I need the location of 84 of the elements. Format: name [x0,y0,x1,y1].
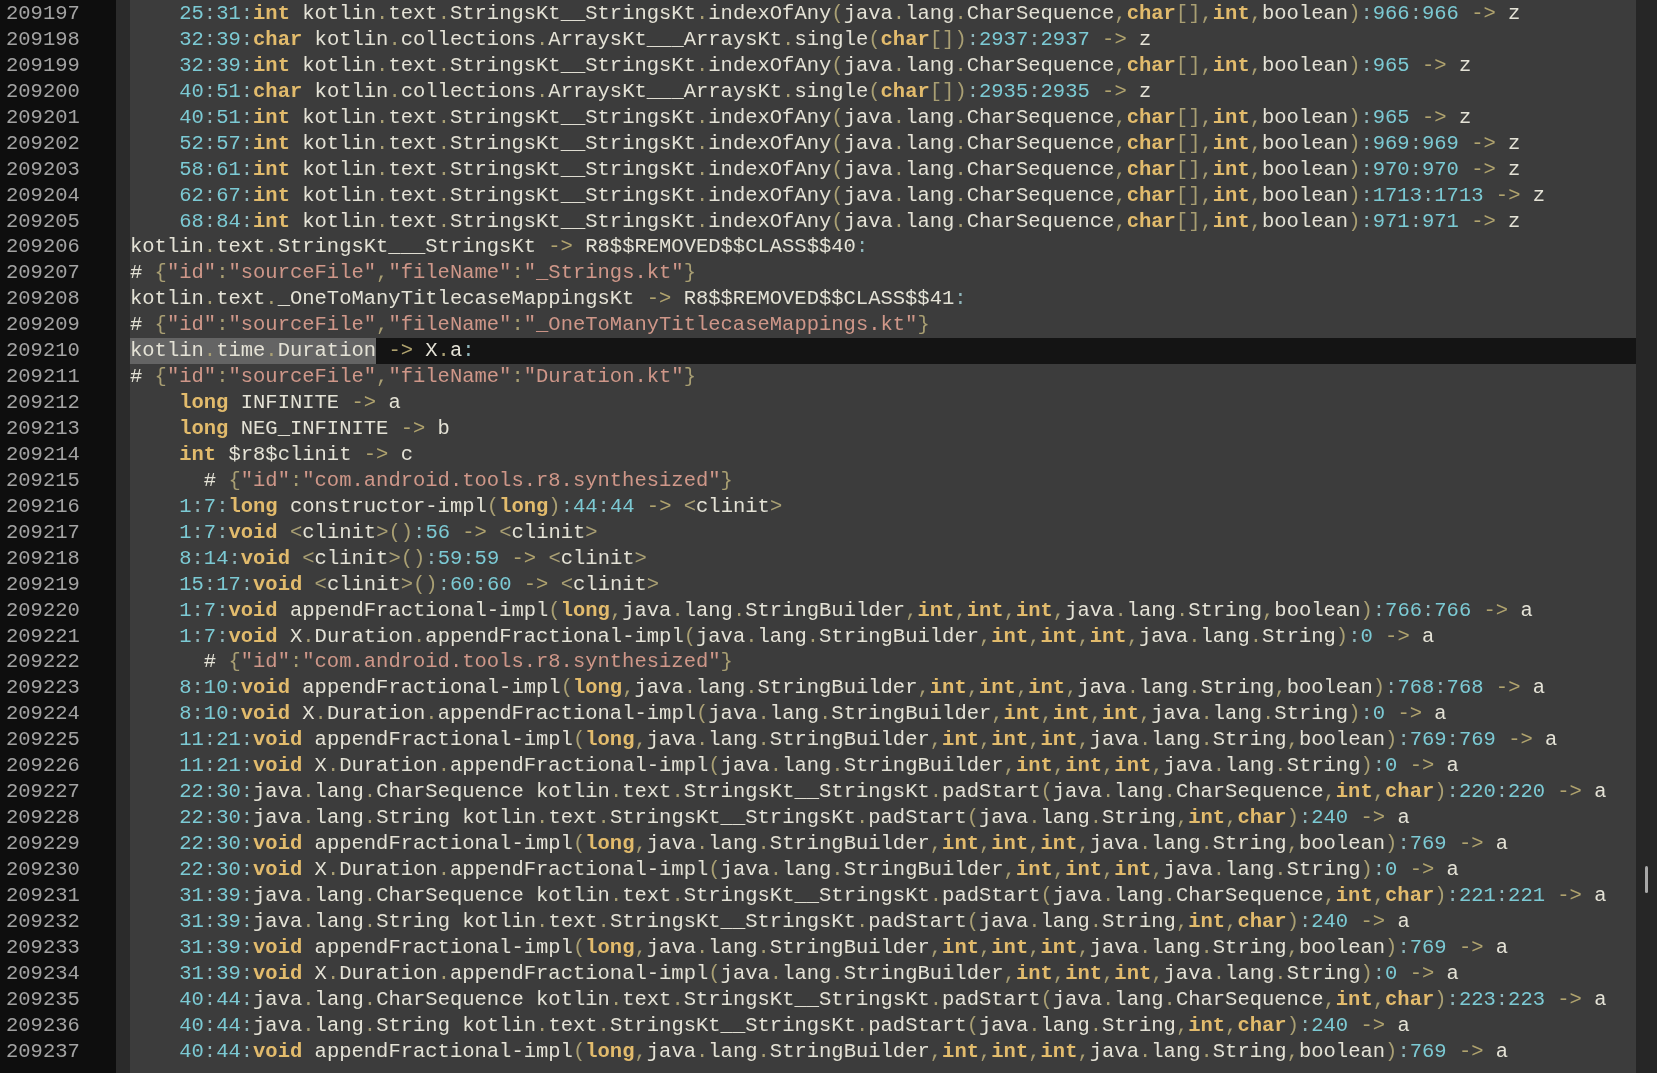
line-number: 209237 [5,1038,81,1065]
line-number: 209198 [5,26,81,53]
code-line: long INFINITE -> a [178,390,402,416]
code-line: 31:39:void X.Duration.appendFractional-impl(java.lang.StringBuilder,int,int,int,java.lang.String):0 -> a [178,960,1460,987]
line-number: 209227 [5,779,81,806]
code-line: 1:7:void X.Duration.appendFractional-impl(java.lang.StringBuilder,int,int,int,java.lang.String):0 -> a [178,623,1436,650]
line-number: 209201 [5,104,81,131]
code-line: 15:17:void <clinit>():60:60 -> <clinit> [178,571,661,598]
code-line: # {"id":"sourceFile","fileName":"_Strings.kt"} [130,260,697,287]
line-number: 209211 [5,364,81,391]
line-number: 209205 [5,208,81,235]
code-line: 32:39:int kotlin.text.StringsKt__StringsKt.indexOfAny(java.lang.CharSequence,char[],int,boolean):965 -> z [178,52,1473,79]
code-line: 52:57:int kotlin.text.StringsKt__StringsKt.indexOfAny(java.lang.CharSequence,char[],int,boolean):969:969 -> z [178,130,1522,157]
line-number: 209206 [5,234,81,261]
line-number: 209216 [5,493,81,520]
code-line: 32:39:char kotlin.collections.ArraysKt___ArraysKt.single(char[]):2937:2937 -> z [178,26,1153,53]
line-number: 209235 [5,986,81,1013]
line-number: 209218 [5,545,81,572]
code-line: 40:44:void appendFractional-impl(long,java.lang.StringBuilder,int,int,int,java.lang.String,boolean):769 -> a [178,1038,1510,1065]
line-number: 209236 [5,1012,81,1039]
code-line: 22:30:void X.Duration.appendFractional-impl(java.lang.StringBuilder,int,int,int,java.lang.String):0 -> a [178,856,1460,883]
line-number: 209223 [5,675,81,702]
code-line: 40:51:char kotlin.collections.ArraysKt___ArraysKt.single(char[]):2935:2935 -> z [178,78,1153,105]
code-line: -> X.a: [387,338,475,365]
line-number: 209222 [5,649,81,676]
line-number: 209209 [5,312,81,339]
line-number: 209226 [5,753,81,780]
code-line: 58:61:int kotlin.text.StringsKt__StringsKt.indexOfAny(java.lang.CharSequence,char[],int,boolean):970:970 -> z [178,156,1522,183]
code-line: 8:10:void X.Duration.appendFractional-impl(java.lang.StringBuilder,int,int,int,java.lang.String):0 -> a [178,701,1448,728]
code-line: 1:7:void <clinit>():56 -> <clinit> [178,519,599,546]
code-line: 22:30:java.lang.CharSequence kotlin.text.StringsKt__StringsKt.padStart(java.lang.CharSequence,int,char):220:220 -> a [178,779,1608,806]
line-number: 209203 [5,156,81,183]
code-line: 8:14:void <clinit>():59:59 -> <clinit> [178,545,648,572]
line-number: 209207 [5,260,81,287]
code-line: 11:21:void appendFractional-impl(long,java.lang.StringBuilder,int,int,int,java.lang.String,boolean):769:769 -> a [178,727,1559,754]
code-line: 1:7:void appendFractional-impl(long,java.lang.StringBuilder,int,int,int,java.lang.String,boolean):766:766 -> a [178,597,1534,624]
line-number: 209214 [5,441,81,468]
code-line: 11:21:void X.Duration.appendFractional-impl(java.lang.StringBuilder,int,int,int,java.lang.String):0 -> a [178,753,1460,780]
line-number: 209229 [5,831,81,857]
line-number: 209234 [5,960,81,987]
code-line: 31:39:java.lang.CharSequence kotlin.text.StringsKt__StringsKt.padStart(java.lang.CharSequence,int,char):221:221 -> a [178,882,1608,909]
line-number: 209200 [5,78,81,105]
line-number: 209197 [5,1,81,27]
line-number: 209212 [5,390,81,416]
code-line: 68:84:int kotlin.text.StringsKt__StringsKt.indexOfAny(java.lang.CharSequence,char[],int,boolean):971:971 -> z [178,208,1522,235]
code-line: 31:39:void appendFractional-impl(long,java.lang.StringBuilder,int,int,int,java.lang.String,boolean):769 -> a [178,934,1510,961]
code-line: int $r8$clinit -> c [178,441,414,468]
code-line: 62:67:int kotlin.text.StringsKt__StringsKt.indexOfAny(java.lang.CharSequence,char[],int,boolean):1713:1713 -> z [178,182,1547,209]
code-line: long NEG_INFINITE -> b [178,416,451,442]
code-line: 8:10:void appendFractional-impl(long,java.lang.StringBuilder,int,int,int,java.lang.String,boolean):768:768 -> a [178,675,1547,702]
line-number: 209232 [5,908,81,935]
line-number: 209217 [5,519,81,546]
line-number: 209221 [5,623,81,650]
line-number: 209233 [5,934,81,961]
code-line: # {"id":"sourceFile","fileName":"Duration.kt"} [130,364,697,391]
code-line: 40:51:int kotlin.text.StringsKt__StringsKt.indexOfAny(java.lang.CharSequence,char[],int,boolean):965 -> z [178,104,1473,131]
code-line: kotlin.text.StringsKt___StringsKt -> R8$$REMOVED$$CLASS$$40: [130,234,870,261]
line-number: 209220 [5,597,81,624]
scrollbar-thumb[interactable] [1645,866,1648,893]
line-number: 209210 [5,338,81,365]
line-number: 209219 [5,571,81,598]
code-line: 25:31:int kotlin.text.StringsKt__StringsKt.indexOfAny(java.lang.CharSequence,char[],int,boolean):966:966 -> z [178,1,1522,27]
code-line: 40:44:java.lang.CharSequence kotlin.text.StringsKt__StringsKt.padStart(java.lang.CharSequence,int,char):223:223 -> a [178,986,1608,1013]
line-number: 209224 [5,701,81,728]
line-number: 209231 [5,882,81,909]
code-line: 31:39:java.lang.String kotlin.text.StringsKt__StringsKt.padStart(java.lang.String,int,char):240 -> a [178,908,1411,935]
line-number: 209225 [5,727,81,754]
line-number: 209199 [5,52,81,79]
line-number: 209215 [5,467,81,494]
line-number: 209230 [5,856,81,883]
code-line: 40:44:java.lang.String kotlin.text.StringsKt__StringsKt.padStart(java.lang.String,int,char):240 -> a [178,1012,1411,1039]
line-number: 209213 [5,416,81,442]
code-line: # {"id":"sourceFile","fileName":"_OneToManyTitlecaseMappings.kt"} [130,312,931,339]
line-number: 209204 [5,182,81,209]
line-number: 209208 [5,286,81,313]
code-line: 22:30:void appendFractional-impl(long,java.lang.StringBuilder,int,int,int,java.lang.String,boolean):769 -> a [178,831,1510,857]
selected-text: kotlin.time.Duration [130,338,377,365]
line-number: 209228 [5,805,81,831]
code-line: # {"id":"com.android.tools.r8.synthesized"} [202,649,734,676]
code-line: 22:30:java.lang.String kotlin.text.StringsKt__StringsKt.padStart(java.lang.String,int,char):240 -> a [178,805,1411,831]
code-line: kotlin.text._OneToManyTitlecaseMappingsKt -> R8$$REMOVED$$CLASS$$41: [130,286,968,313]
line-number: 209202 [5,130,81,157]
code-line: # {"id":"com.android.tools.r8.synthesized"} [202,467,734,494]
code-line: 1:7:long constructor-impl(long):44:44 -> <clinit> [178,493,784,520]
